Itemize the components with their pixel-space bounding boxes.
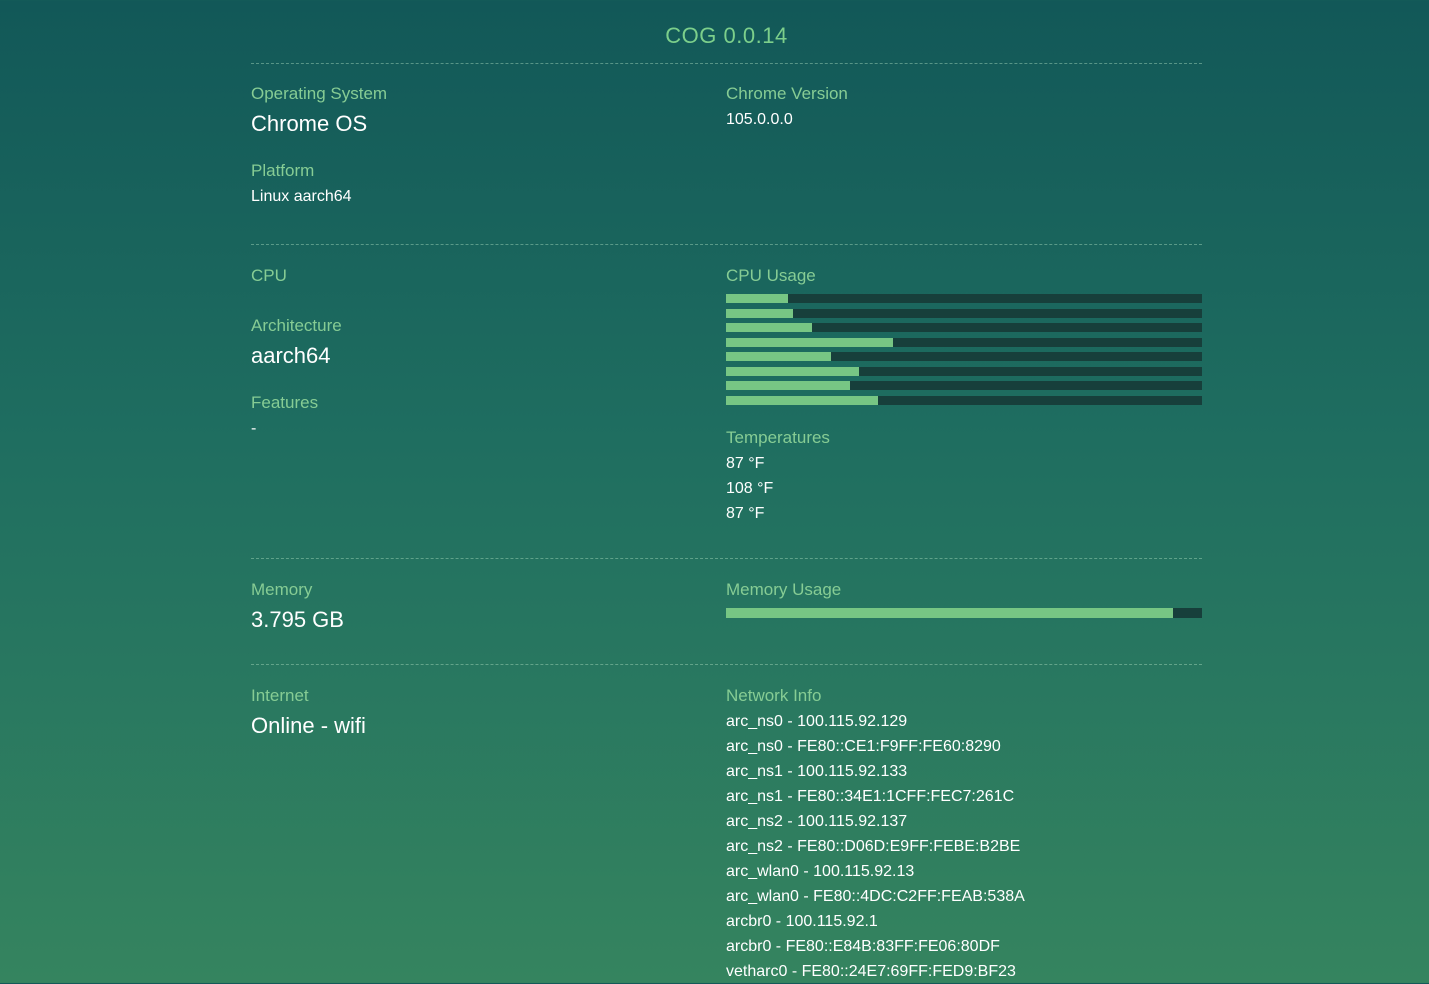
internet-label: Internet bbox=[251, 686, 309, 705]
cpu-core-usage-bar bbox=[726, 395, 1202, 405]
network-entry: arc_ns0 - 100.115.92.129 bbox=[726, 713, 908, 730]
cpu-core-usage-fill bbox=[726, 337, 893, 347]
cpu-usage-label: CPU Usage bbox=[726, 266, 816, 285]
memory-usage-label: Memory Usage bbox=[726, 580, 842, 599]
cpu-core-usage-bar bbox=[726, 294, 1202, 303]
network-section: Internet Online - wifi Network Info arc_… bbox=[251, 665, 1202, 984]
network-info-label: Network Info bbox=[726, 686, 822, 705]
network-left-column: Internet Online - wifi bbox=[251, 685, 726, 984]
cpu-core-usage-fill bbox=[726, 381, 850, 390]
cpu-core-usage-fill bbox=[726, 323, 812, 332]
cpu-core-usage-fill bbox=[726, 366, 860, 376]
network-entry: arc_ns0 - FE80::CE1:F9FF:FE60:8290 bbox=[726, 738, 1001, 755]
cpu-core-usage-bar bbox=[726, 352, 1202, 361]
cpu-core-usage-bar bbox=[726, 381, 1202, 390]
memory-right-column: Memory Usage bbox=[726, 579, 1202, 664]
network-entry: arc_ns1 - 100.115.92.133 bbox=[726, 763, 908, 780]
cpu-label: CPU bbox=[251, 266, 287, 285]
cpu-left-column: CPU Architecture aarch64 Features - bbox=[251, 265, 726, 558]
temperature-item: 108 °F bbox=[726, 479, 774, 497]
network-entry: arc_wlan0 - 100.115.92.13 bbox=[726, 863, 915, 880]
cpu-section: CPU Architecture aarch64 Features - CPU … bbox=[251, 245, 1202, 559]
cpu-right-column: CPU Usage Temperatures 87 °F 108 °F 87 °… bbox=[726, 265, 1202, 558]
os-right-column: Chrome Version 105.0.0.0 bbox=[726, 83, 1202, 244]
cpu-core-usage-fill bbox=[726, 294, 788, 303]
cpu-core-usage-fill bbox=[726, 352, 831, 361]
network-entry: arc_ns2 - 100.115.92.137 bbox=[726, 813, 908, 830]
architecture-value: aarch64 bbox=[251, 343, 331, 368]
architecture-label: Architecture bbox=[251, 316, 342, 335]
app-container: COG 0.0.14 Operating System Chrome OS Pl… bbox=[251, 0, 1202, 984]
temperatures-label: Temperatures bbox=[726, 427, 830, 447]
platform-value: Linux aarch64 bbox=[251, 188, 352, 205]
memory-label: Memory bbox=[251, 580, 313, 599]
temperature-item: 87 °F bbox=[726, 504, 765, 522]
chrome-version-value: 105.0.0.0 bbox=[726, 111, 793, 128]
cpu-core-usage-bar bbox=[726, 337, 1202, 347]
os-left-column: Operating System Chrome OS Platform Linu… bbox=[251, 83, 726, 244]
memory-usage-bar bbox=[726, 608, 1202, 618]
chrome-version-label: Chrome Version bbox=[726, 84, 848, 103]
cpu-usage-bars bbox=[726, 294, 1202, 405]
os-label: Operating System bbox=[251, 84, 388, 103]
cpu-core-usage-fill bbox=[726, 395, 879, 405]
network-entry: arc_ns2 - FE80::D06D:E9FF:FEBE:B2BE bbox=[726, 838, 1021, 855]
features-value: - bbox=[251, 420, 257, 437]
cpu-core-usage-bar bbox=[726, 366, 1202, 376]
memory-section: Memory 3.795 GB Memory Usage bbox=[251, 559, 1202, 665]
cpu-core-usage-fill bbox=[726, 308, 793, 318]
network-entry: arc_wlan0 - FE80::4DC:C2FF:FEAB:538A bbox=[726, 888, 1025, 905]
features-label: Features bbox=[251, 393, 319, 412]
os-value: Chrome OS bbox=[251, 111, 368, 136]
network-entry: vetharc0 - FE80::24E7:69FF:FED9:BF23 bbox=[726, 963, 1016, 980]
temperature-item: 87 °F bbox=[726, 454, 765, 472]
network-entry: arcbr0 - FE80::E84B:83FF:FE06:80DF bbox=[726, 938, 1000, 955]
network-entry: arc_ns1 - FE80::34E1:1CFF:FEC7:261C bbox=[726, 788, 1015, 805]
os-section: Operating System Chrome OS Platform Linu… bbox=[251, 64, 1202, 245]
memory-left-column: Memory 3.795 GB bbox=[251, 579, 726, 664]
cpu-core-usage-bar bbox=[726, 308, 1202, 318]
memory-usage-fill bbox=[726, 608, 1174, 618]
network-right-column: Network Info arc_ns0 - 100.115.92.129 ar… bbox=[726, 685, 1202, 984]
cpu-core-usage-bar bbox=[726, 323, 1202, 332]
app-title: COG 0.0.14 bbox=[251, 0, 1202, 64]
temperature-list: 87 °F 108 °F 87 °F bbox=[726, 451, 1202, 526]
network-info-list: arc_ns0 - 100.115.92.129 arc_ns0 - FE80:… bbox=[726, 709, 1202, 984]
network-entry: arcbr0 - 100.115.92.1 bbox=[726, 913, 878, 930]
memory-value: 3.795 GB bbox=[251, 607, 344, 632]
internet-value: Online - wifi bbox=[251, 713, 366, 738]
platform-label: Platform bbox=[251, 161, 315, 180]
